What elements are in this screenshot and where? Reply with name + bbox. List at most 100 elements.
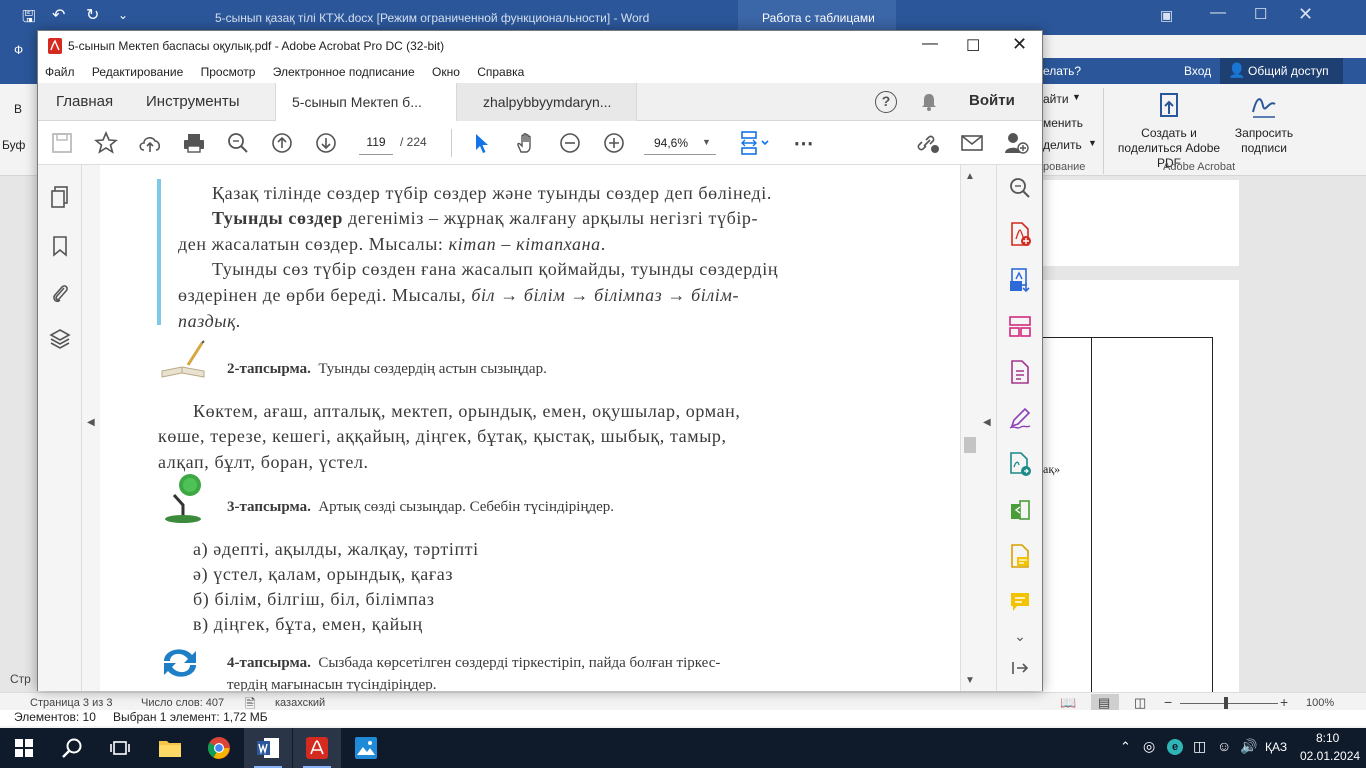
bookmark-star-tool[interactable] <box>88 121 124 165</box>
close-icon[interactable]: ✕ <box>1298 4 1313 25</box>
share-link-tool[interactable] <box>910 121 946 165</box>
tool-search[interactable] <box>1007 175 1033 201</box>
start-button[interactable] <box>0 728 48 768</box>
scroll-down-icon[interactable]: ▼ <box>965 675 975 686</box>
tool-edit-pdf[interactable] <box>1007 359 1033 385</box>
zoom-in-tool[interactable] <box>596 121 632 165</box>
pdf-vertical-scrollbar[interactable]: ▲ ▼ <box>960 165 978 691</box>
tools-more[interactable]: ⌄ <box>1007 623 1033 649</box>
clock-time[interactable]: 8:10 <box>1316 731 1339 745</box>
redo-icon[interactable]: ↻ <box>86 5 99 25</box>
status-words[interactable]: Число слов: 407 <box>141 697 224 709</box>
tab-home[interactable]: Главная <box>40 83 129 121</box>
volume-icon[interactable]: 🔊 <box>1240 738 1257 755</box>
clock-date[interactable]: 02.01.2024 <box>1300 749 1360 763</box>
page-number-input[interactable]: 119 <box>359 131 393 155</box>
qat-dropdown-icon[interactable]: ⌄ <box>118 8 128 22</box>
tool-send-sign[interactable] <box>1007 451 1033 477</box>
request-signatures-button[interactable]: Запросить подписи <box>1228 92 1300 156</box>
input-language[interactable]: ҚАЗ <box>1265 740 1287 754</box>
tools-collapse[interactable] <box>1007 655 1033 681</box>
acrobat-close-icon[interactable]: ✕ <box>1012 34 1027 55</box>
task-view-button[interactable] <box>96 728 144 768</box>
email-tool[interactable] <box>954 121 990 165</box>
page-thumbnails-icon[interactable] <box>50 185 70 209</box>
tray-meet-icon[interactable]: ◎ <box>1143 738 1155 755</box>
menu-window[interactable]: Окно <box>432 65 460 79</box>
tray-app-icon[interactable]: e <box>1167 739 1183 755</box>
find-fragment[interactable]: айти <box>1043 92 1069 106</box>
read-mode-icon[interactable]: 📖 <box>1060 695 1076 711</box>
tell-me[interactable]: елать? <box>1043 64 1081 78</box>
tool-comment-file[interactable] <box>1007 543 1033 569</box>
wifi-icon[interactable]: ☺ <box>1217 738 1231 754</box>
layers-icon[interactable] <box>49 327 71 351</box>
taskbar-chrome[interactable] <box>195 728 243 768</box>
upload-tool[interactable] <box>132 121 168 165</box>
share-button[interactable]: 👤 Общий доступ <box>1220 58 1343 84</box>
tab-tools[interactable]: Инструменты <box>130 83 256 121</box>
maximize-icon[interactable]: ☐ <box>1254 5 1267 23</box>
zoom-slider[interactable] <box>1180 703 1278 704</box>
tray-network-icon[interactable]: ◫ <box>1193 738 1206 755</box>
tool-create-pdf[interactable] <box>1007 221 1033 247</box>
taskbar-explorer[interactable] <box>146 728 194 768</box>
tool-fill-sign[interactable] <box>1007 405 1033 431</box>
sign-in-link[interactable]: Вход <box>1184 64 1211 78</box>
tool-comment[interactable] <box>1007 589 1033 615</box>
search-tool[interactable] <box>220 121 256 165</box>
bell-icon[interactable] <box>919 92 939 112</box>
tool-compare[interactable] <box>1007 497 1033 523</box>
print-layout-icon[interactable]: ▤ <box>1098 695 1110 711</box>
pdf-viewer[interactable]: Қазақ тілінде сөздер түбір сөздер және т… <box>100 165 978 691</box>
select-fragment[interactable]: делить <box>1043 138 1082 152</box>
save-tool[interactable] <box>44 121 80 165</box>
prev-page-tool[interactable] <box>264 121 300 165</box>
scroll-thumb[interactable] <box>964 437 976 453</box>
left-pane-collapse[interactable]: ◀ <box>82 165 100 691</box>
zoom-out-icon[interactable]: − <box>1164 694 1172 710</box>
tab-document-2[interactable]: zhalpybbyymdaryn... <box>457 83 637 121</box>
tray-chevron-icon[interactable]: ⌃ <box>1120 739 1131 755</box>
menu-view[interactable]: Просмотр <box>201 65 256 79</box>
web-layout-icon[interactable]: ◫ <box>1134 695 1146 711</box>
acrobat-maximize-icon[interactable]: ☐ <box>966 36 980 56</box>
search-button[interactable] <box>48 728 96 768</box>
zoom-level[interactable]: 100% <box>1306 697 1334 709</box>
next-page-tool[interactable] <box>308 121 344 165</box>
zoom-thumb[interactable] <box>1224 697 1228 709</box>
hand-tool[interactable] <box>508 121 544 165</box>
status-language[interactable]: казахский <box>275 697 325 709</box>
help-icon[interactable]: ? <box>875 91 897 113</box>
taskbar-acrobat[interactable] <box>293 728 341 768</box>
tool-organize[interactable] <box>1007 313 1033 339</box>
minimize-icon[interactable]: — <box>1210 4 1226 22</box>
acrobat-minimize-icon[interactable]: — <box>922 35 938 53</box>
select-tool[interactable] <box>464 121 500 165</box>
zoom-select[interactable]: 94,6% ▼ <box>644 131 716 155</box>
taskbar-word[interactable] <box>244 728 292 768</box>
fit-page-tool[interactable] <box>734 121 774 165</box>
replace-fragment[interactable]: менить <box>1043 116 1083 130</box>
bookmark-icon[interactable] <box>52 235 68 257</box>
save-icon[interactable]: 🖫 <box>22 6 36 33</box>
file-tab-letter[interactable]: Ф <box>0 35 40 59</box>
menu-edit[interactable]: Редактирование <box>92 65 183 79</box>
signin-button[interactable]: Войти <box>969 92 1015 109</box>
zoom-in-icon[interactable]: + <box>1280 694 1288 710</box>
menu-help[interactable]: Справка <box>477 65 524 79</box>
attachment-icon[interactable] <box>50 281 70 305</box>
undo-icon[interactable]: ↶ <box>52 5 65 25</box>
tool-export-pdf[interactable] <box>1007 267 1033 293</box>
right-pane-collapse[interactable]: ◀ <box>978 165 996 691</box>
menu-file[interactable]: Файл <box>45 65 75 79</box>
taskbar-photos[interactable] <box>342 728 390 768</box>
zoom-out-tool[interactable] <box>552 121 588 165</box>
tab-document-1[interactable]: 5-сынып Мектеп б... <box>275 83 457 121</box>
print-tool[interactable] <box>176 121 212 165</box>
more-tools[interactable]: ⋯ <box>786 121 822 165</box>
create-pdf-button[interactable]: Создать и поделиться Adobe PDF <box>1108 92 1230 171</box>
add-person-tool[interactable] <box>998 121 1034 165</box>
scroll-up-icon[interactable]: ▲ <box>965 171 975 182</box>
ribbon-display-icon[interactable]: ▣ <box>1160 7 1173 24</box>
